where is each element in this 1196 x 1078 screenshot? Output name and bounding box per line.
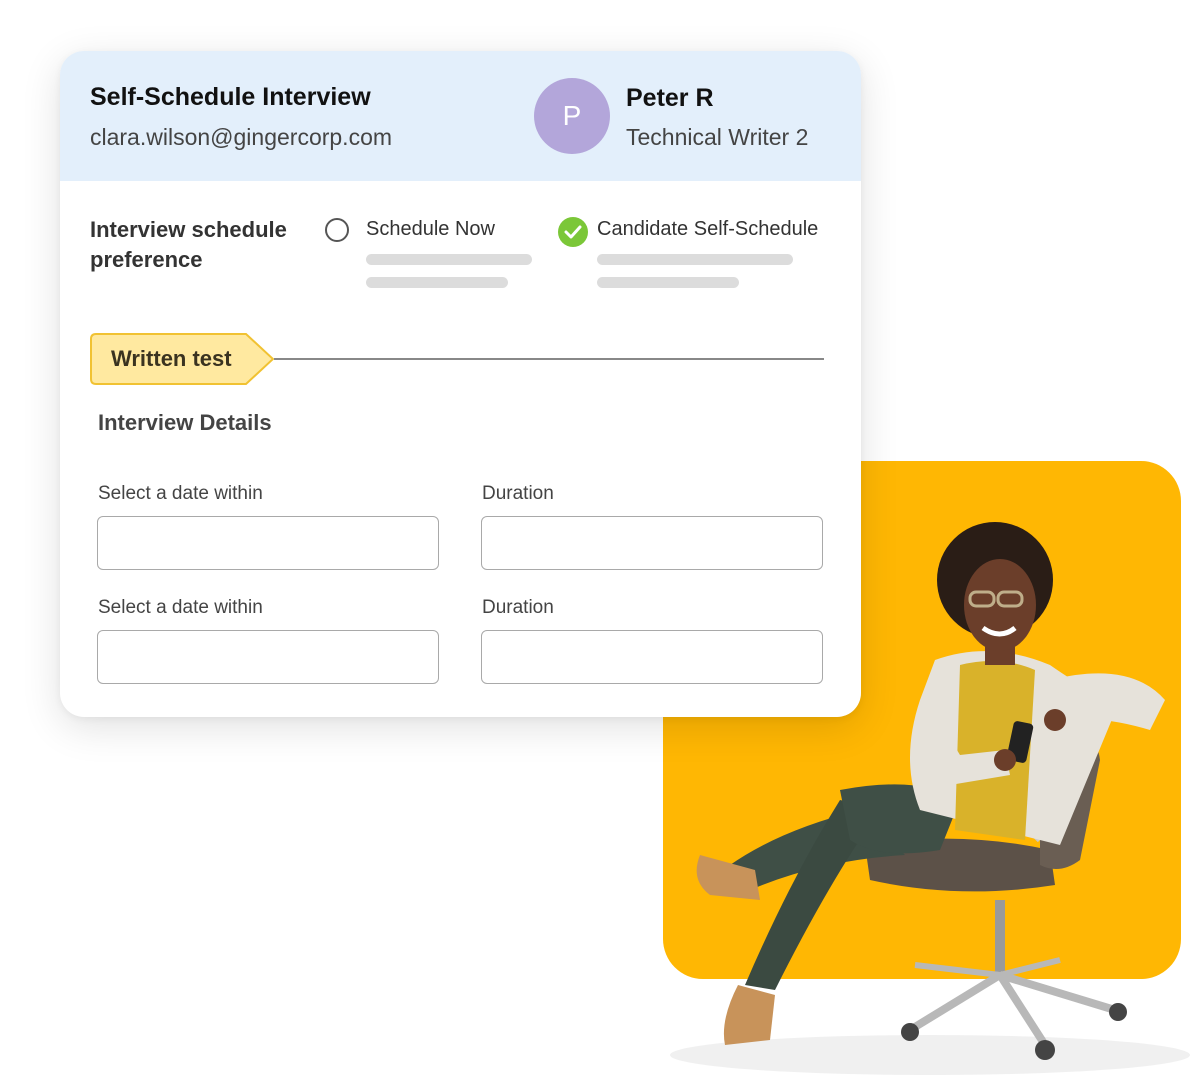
date-within-label: Select a date within: [98, 597, 263, 618]
candidate-role: Technical Writer 2: [626, 124, 809, 150]
candidate-self-schedule-label[interactable]: Candidate Self-Schedule: [597, 218, 818, 241]
date-within-input[interactable]: [97, 516, 439, 570]
candidate-name: Peter R: [626, 84, 714, 112]
avatar: P: [534, 78, 610, 154]
interview-card: Self-Schedule Interview clara.wilson@gin…: [60, 51, 861, 717]
date-within-input[interactable]: [97, 630, 439, 684]
placeholder-bar: [597, 254, 793, 265]
placeholder-bar: [597, 277, 739, 288]
duration-label: Duration: [482, 483, 554, 504]
duration-input[interactable]: [481, 630, 823, 684]
stage-tag-label: Written test: [111, 346, 232, 371]
stage-divider: [274, 358, 824, 360]
radio-schedule-now[interactable]: [325, 218, 349, 242]
stage-tag: Written test: [90, 333, 274, 385]
schedule-now-label[interactable]: Schedule Now: [366, 218, 495, 241]
duration-input[interactable]: [481, 516, 823, 570]
date-within-label: Select a date within: [98, 483, 263, 504]
placeholder-bar: [366, 254, 532, 265]
radio-candidate-self-schedule[interactable]: [558, 217, 588, 247]
placeholder-bar: [366, 277, 508, 288]
recruiter-email: clara.wilson@gingercorp.com: [90, 124, 393, 150]
interview-details-title: Interview Details: [98, 410, 272, 435]
card-title: Self-Schedule Interview: [90, 83, 371, 111]
card-header: Self-Schedule Interview clara.wilson@gin…: [60, 51, 861, 181]
duration-label: Duration: [482, 597, 554, 618]
check-icon: [564, 225, 582, 239]
schedule-preference-label: Interview schedule preference: [90, 217, 287, 272]
